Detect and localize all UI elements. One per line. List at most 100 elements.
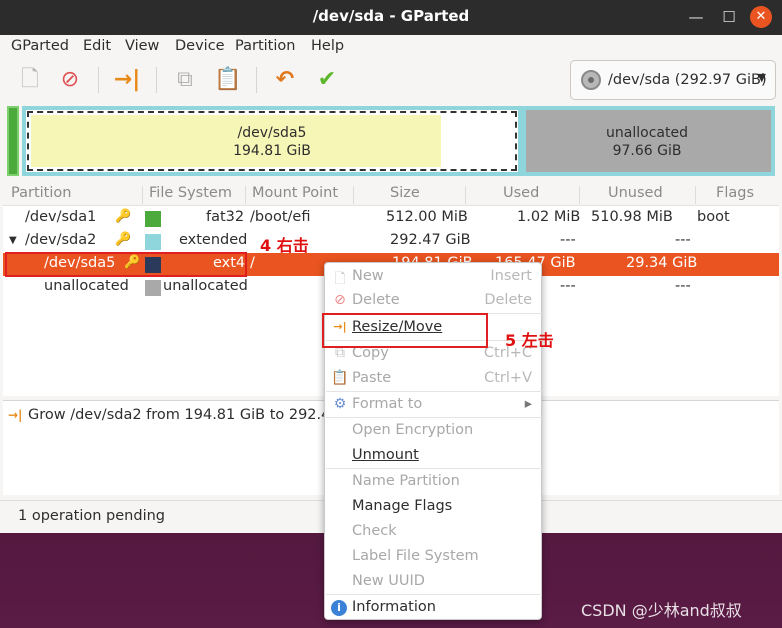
disk-map-unallocated-size: 97.66 GiB: [612, 143, 682, 159]
resize-move-icon: →|: [8, 408, 23, 422]
annotation-box-menu: [322, 313, 488, 348]
menu-item-check[interactable]: Check: [325, 520, 541, 544]
paste-icon: 📋: [331, 370, 349, 386]
menu-item-accel: Delete: [484, 292, 532, 308]
annotation-step4: 4 右击: [260, 236, 309, 255]
information-icon: i: [331, 600, 347, 616]
column-mount-point[interactable]: Mount Point: [252, 185, 338, 201]
menu-view[interactable]: View: [125, 38, 159, 54]
menu-partition[interactable]: Partition: [235, 38, 295, 54]
pending-operation-item[interactable]: Grow /dev/sda2 from 194.81 GiB to 292.47…: [28, 407, 369, 423]
disk-map-unallocated-text: unallocated 97.66 GiB: [572, 124, 722, 160]
menu-item-information[interactable]: i Information: [325, 596, 541, 620]
menu-item-format-to[interactable]: ⚙ Format to ▸: [325, 393, 541, 417]
column-separator: [579, 186, 580, 204]
toolbar-separator: [256, 67, 257, 93]
disk-map-sda5-name: /dev/sda5: [237, 125, 307, 141]
menu-item-paste[interactable]: 📋 Paste Ctrl+V: [325, 367, 541, 391]
menu-item-label-file-system[interactable]: Label File System: [325, 545, 541, 569]
undo-icon[interactable]: ↶: [270, 65, 300, 95]
apply-icon[interactable]: ✔: [312, 65, 342, 95]
column-separator: [245, 186, 246, 204]
cell-size: 512.00 MiB: [386, 209, 468, 225]
column-used[interactable]: Used: [503, 185, 539, 201]
delete-icon[interactable]: ⊘: [55, 65, 85, 95]
menu-gparted[interactable]: GParted: [11, 38, 69, 54]
menu-item-name-partition[interactable]: Name Partition: [325, 470, 541, 494]
key-icon: 🔑: [115, 209, 132, 224]
disk-map-unallocated-name: unallocated: [606, 125, 688, 141]
menu-item-accel: Ctrl+V: [484, 370, 532, 386]
resize-move-icon[interactable]: →|: [112, 65, 142, 95]
minimize-icon[interactable]: —: [685, 6, 707, 28]
menu-help[interactable]: Help: [311, 38, 344, 54]
column-size[interactable]: Size: [390, 185, 420, 201]
titlebar: /dev/sda - GParted — ☐ ✕: [0, 0, 782, 35]
menu-item-label: Paste: [352, 370, 392, 386]
cell-partition: unallocated: [44, 278, 129, 294]
column-partition[interactable]: Partition: [11, 185, 71, 201]
expander-arrow-icon[interactable]: ▼: [9, 235, 17, 246]
submenu-arrow-icon: ▸: [524, 396, 532, 412]
device-selector-label: /dev/sda (292.97 GiB): [608, 72, 767, 88]
disk-map-sda5-size: 194.81 GiB: [233, 143, 311, 159]
cell-flags: boot: [697, 209, 730, 225]
watermark: CSDN @少林and叔叔: [581, 601, 742, 620]
cell-used: 1.02 MiB: [517, 209, 581, 225]
cell-mount-point: /: [250, 255, 255, 271]
menu-item-label: Format to: [352, 396, 423, 412]
disk-map: /dev/sda5 194.81 GiB unallocated 97.66 G…: [7, 106, 775, 176]
column-filesystem[interactable]: File System: [149, 185, 232, 201]
disk-icon: [581, 70, 601, 90]
menu-item-label: Name Partition: [352, 473, 460, 489]
menu-item-label: Manage Flags: [352, 498, 453, 514]
menu-item-label: Open Encryption: [352, 422, 474, 438]
cell-unused: 510.98 MiB: [591, 209, 673, 225]
column-unused[interactable]: Unused: [608, 185, 663, 201]
toolbar-separator: [98, 67, 99, 93]
cell-filesystem: unallocated: [163, 278, 248, 294]
menu-item-new-uuid[interactable]: New UUID: [325, 570, 541, 594]
filesystem-color-swatch: [145, 234, 161, 250]
column-separator: [695, 186, 696, 204]
menu-separator: [326, 391, 542, 392]
menu-item-label: Delete: [352, 292, 400, 308]
menu-separator: [326, 417, 542, 418]
disk-map-sda5-text: /dev/sda5 194.81 GiB: [197, 124, 347, 160]
delete-icon: ⊘: [334, 292, 346, 308]
menu-item-label: Information: [352, 599, 436, 615]
filesystem-color-swatch: [145, 280, 161, 296]
cell-unused: 29.34 GiB: [626, 255, 698, 271]
menu-item-accel: Insert: [490, 268, 532, 284]
menu-separator: [326, 468, 542, 469]
annotation-step5: 5 左击: [505, 331, 554, 350]
new-icon[interactable]: 🗋: [15, 65, 45, 95]
menubar: GParted Edit View Device Partition Help: [0, 35, 782, 59]
menu-item-open-encryption[interactable]: Open Encryption: [325, 419, 541, 443]
column-flags[interactable]: Flags: [716, 185, 754, 201]
annotation-box-row: [5, 252, 247, 277]
paste-icon[interactable]: 📋: [213, 65, 243, 95]
menu-item-label: New: [352, 268, 384, 284]
table-row[interactable]: /dev/sda1 🔑 fat32 /boot/efi 512.00 MiB 1…: [3, 207, 779, 230]
copy-icon[interactable]: ⧉: [170, 65, 200, 95]
menu-item-label: Unmount: [352, 447, 419, 463]
menu-item-manage-flags[interactable]: Manage Flags: [325, 495, 541, 519]
cell-unused: ---: [675, 278, 691, 294]
cell-used: ---: [560, 278, 576, 294]
menu-item-label: Label File System: [352, 548, 479, 564]
menu-device[interactable]: Device: [175, 38, 225, 54]
menu-item-unmount[interactable]: Unmount: [325, 444, 541, 468]
cell-size: 292.47 GiB: [390, 232, 471, 248]
toolbar-separator: [156, 67, 157, 93]
maximize-icon[interactable]: ☐: [718, 6, 740, 28]
menu-edit[interactable]: Edit: [83, 38, 111, 54]
menu-item-new[interactable]: 🗋 New Insert: [325, 265, 541, 289]
menu-item-delete[interactable]: ⊘ Delete Delete: [325, 289, 541, 313]
disk-map-sda1[interactable]: [7, 106, 19, 176]
close-icon[interactable]: ✕: [750, 6, 772, 28]
caret-down-icon: ▼: [757, 71, 766, 84]
table-row[interactable]: ▼ /dev/sda2 🔑 extended 292.47 GiB --- --…: [3, 230, 779, 253]
menu-item-label: New UUID: [352, 573, 425, 589]
device-selector[interactable]: /dev/sda (292.97 GiB) ▼: [570, 60, 776, 100]
